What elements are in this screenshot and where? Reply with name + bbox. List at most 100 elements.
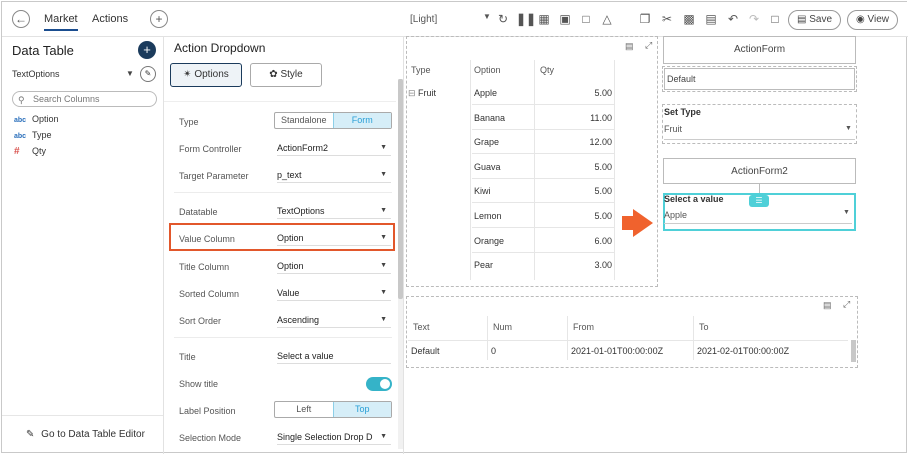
sorted-column-select[interactable]: Value ▼	[277, 286, 391, 301]
set-type-label: Set Type	[664, 107, 701, 117]
tab-style[interactable]: ✿ Style	[250, 63, 322, 87]
table-cell: Apple	[474, 88, 498, 98]
export-icon[interactable]: ▤	[823, 300, 832, 311]
arrow-head-icon	[633, 209, 653, 237]
chevron-down-icon[interactable]: ▼	[845, 125, 852, 132]
grid-line	[472, 252, 614, 253]
tab-options[interactable]: ✴ Options	[170, 63, 242, 87]
comment-icon[interactable]: □	[768, 12, 782, 26]
table-cell: 5.00	[594, 88, 612, 98]
back-icon[interactable]: ←	[12, 10, 30, 28]
chevron-down-icon[interactable]: ▼	[843, 209, 850, 216]
chevron-down-icon: ▼	[380, 289, 387, 296]
expand-icon[interactable]: ⤢	[843, 299, 850, 310]
option-form[interactable]: Form	[332, 113, 391, 128]
datasource-select[interactable]: TextOptions	[12, 69, 60, 79]
refresh-icon[interactable]: ↻	[496, 12, 510, 26]
form-controller-select[interactable]: ActionForm2 ▼	[277, 141, 391, 156]
paste-icon[interactable]: ▩	[682, 12, 696, 26]
column-header[interactable]: Option	[474, 65, 501, 75]
apple-dropdown[interactable]: Apple	[664, 210, 687, 220]
search-icon: ⚲	[18, 95, 25, 105]
column-header[interactable]: To	[699, 322, 709, 332]
table-cell: Guava	[474, 162, 501, 172]
scrollbar-thumb[interactable]	[851, 340, 856, 362]
expand-icon[interactable]: ⤢	[645, 40, 652, 51]
table-cell: 5.00	[594, 162, 612, 172]
group-cell: Fruit	[418, 88, 436, 98]
export-icon[interactable]: ▤	[625, 41, 634, 52]
properties-panel: Action Dropdown ✴ Options ✿ Style Type S…	[164, 37, 404, 454]
column-header[interactable]: Type	[411, 65, 431, 75]
edit-icon: ✎	[26, 429, 35, 440]
column-name: Qty	[32, 146, 47, 156]
column-item-qty[interactable]: # Qty	[14, 146, 46, 157]
option-left[interactable]: Left	[275, 402, 333, 417]
tab-label: Options	[194, 69, 229, 80]
save-button[interactable]: ▤ Save	[788, 10, 842, 30]
copy-icon[interactable]: ❐	[638, 12, 652, 26]
view-button[interactable]: ◉ View	[847, 10, 899, 30]
drag-handle-icon[interactable]: ☰	[749, 195, 769, 207]
title-column-select[interactable]: Option ▼	[277, 259, 391, 274]
table-cell: 11.00	[590, 113, 612, 123]
label-position-label: Label Position	[179, 406, 236, 416]
undo-icon[interactable]: ↶	[726, 12, 740, 26]
view-label: View	[867, 14, 890, 25]
pdf-icon[interactable]: ▣	[558, 12, 572, 26]
table-cell: Grape	[474, 137, 500, 147]
column-header[interactable]: Qty	[540, 65, 554, 75]
scrollbar-thumb[interactable]	[398, 79, 403, 299]
panel-title: Data Table	[12, 43, 74, 58]
chevron-down-icon[interactable]: ▼	[126, 69, 134, 78]
title-input[interactable]: Select a value	[277, 349, 391, 364]
delete-icon[interactable]: ▤	[704, 12, 718, 26]
search-columns-input[interactable]: ⚲ Search Columns	[12, 91, 157, 107]
action-form-header[interactable]: ActionForm	[663, 36, 856, 64]
column-header[interactable]: Num	[493, 322, 512, 332]
table-panel[interactable]	[406, 36, 658, 287]
edit-icon[interactable]: ✎	[140, 66, 156, 82]
column-header[interactable]: From	[573, 322, 594, 332]
cut-icon[interactable]: ✂	[660, 12, 674, 26]
select-value: Option	[277, 261, 304, 271]
target-parameter-select[interactable]: p_text ▼	[277, 168, 391, 183]
add-tab-icon[interactable]: +	[150, 10, 168, 28]
calendar-icon[interactable]: ▦	[537, 12, 551, 26]
select-value: Ascending	[277, 315, 320, 325]
collapse-icon[interactable]: ⊟	[408, 88, 416, 99]
add-data-icon[interactable]: +	[138, 41, 156, 59]
search-placeholder: Search Columns	[33, 94, 100, 104]
pause-icon[interactable]: ❚❚	[516, 12, 536, 26]
table2-panel[interactable]	[406, 296, 858, 368]
show-title-toggle[interactable]	[366, 377, 392, 391]
table-cell: Lemon	[474, 211, 502, 221]
chevron-down-icon: ▼	[380, 316, 387, 323]
column-item-option[interactable]: abc Option	[14, 114, 59, 124]
bell-icon[interactable]: △	[600, 12, 614, 26]
value-column-select[interactable]: Option ▼	[277, 231, 391, 246]
sort-order-select[interactable]: Ascending ▼	[277, 313, 391, 328]
action-form2-header[interactable]: ActionForm2	[663, 158, 856, 184]
option-standalone[interactable]: Standalone	[275, 113, 333, 128]
grid-line	[408, 340, 848, 341]
type-toggle[interactable]: Standalone Form	[274, 112, 392, 129]
label-position-toggle[interactable]: Left Top	[274, 401, 392, 418]
goto-data-table-editor-link[interactable]: ✎ Go to Data Table Editor	[26, 429, 145, 440]
chevron-down-icon[interactable]: ▼	[480, 12, 494, 21]
tab-actions[interactable]: Actions	[92, 13, 128, 25]
column-item-type[interactable]: abc Type	[14, 130, 52, 140]
column-header[interactable]: Text	[413, 322, 430, 332]
select-value: Option	[277, 233, 304, 243]
datatable-select[interactable]: TextOptions ▼	[277, 204, 391, 219]
theme-select[interactable]: [Light]	[410, 14, 437, 25]
bookmark-icon[interactable]: □	[579, 12, 593, 26]
redo-icon[interactable]: ↷	[747, 12, 761, 26]
default-input[interactable]: Default	[664, 68, 855, 90]
selection-mode-select[interactable]: Single Selection Drop D ▼	[277, 430, 391, 445]
table-cell: Default	[411, 346, 440, 356]
option-top[interactable]: Top	[332, 402, 391, 417]
set-type-select[interactable]: Fruit	[664, 124, 682, 134]
tab-market[interactable]: Market	[44, 13, 78, 31]
tab-label: Style	[280, 69, 303, 80]
